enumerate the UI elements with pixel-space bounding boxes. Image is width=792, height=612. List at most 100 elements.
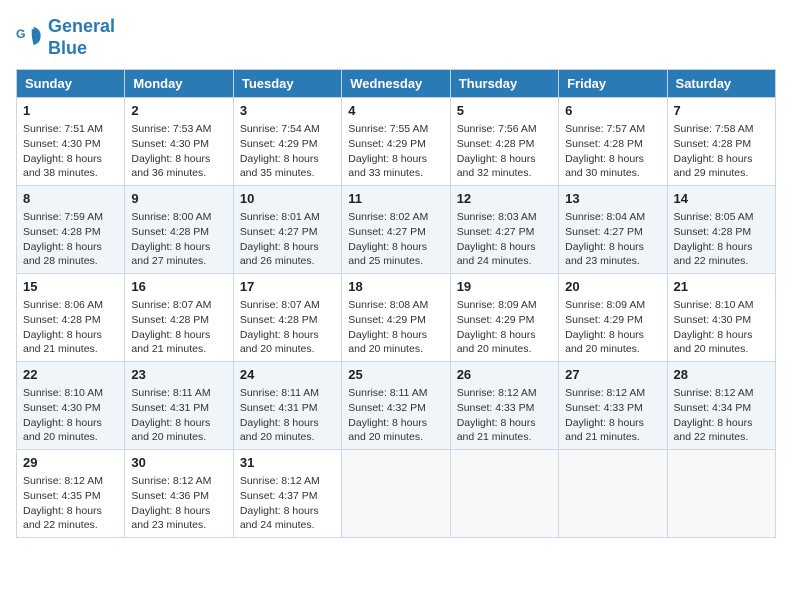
calendar-cell — [342, 449, 450, 537]
calendar-week-1: 1 Sunrise: 7:51 AMSunset: 4:30 PMDaylight… — [17, 98, 776, 186]
day-number: 12 — [457, 190, 552, 208]
day-number: 4 — [348, 102, 443, 120]
day-info: Sunrise: 8:12 AMSunset: 4:36 PMDaylight:… — [131, 475, 211, 531]
day-info: Sunrise: 8:12 AMSunset: 4:33 PMDaylight:… — [565, 387, 645, 443]
day-info: Sunrise: 7:51 AMSunset: 4:30 PMDaylight:… — [23, 123, 103, 179]
page-header: G General Blue — [16, 16, 776, 59]
day-info: Sunrise: 8:03 AMSunset: 4:27 PMDaylight:… — [457, 211, 537, 267]
calendar-cell: 18 Sunrise: 8:08 AMSunset: 4:29 PMDayligh… — [342, 274, 450, 362]
day-number: 21 — [674, 278, 769, 296]
calendar-cell: 28 Sunrise: 8:12 AMSunset: 4:34 PMDayligh… — [667, 362, 775, 450]
calendar-cell: 25 Sunrise: 8:11 AMSunset: 4:32 PMDayligh… — [342, 362, 450, 450]
col-header-sunday: Sunday — [17, 70, 125, 98]
day-number: 20 — [565, 278, 660, 296]
day-number: 28 — [674, 366, 769, 384]
calendar-cell: 26 Sunrise: 8:12 AMSunset: 4:33 PMDayligh… — [450, 362, 558, 450]
logo: G General Blue — [16, 16, 115, 59]
col-header-saturday: Saturday — [667, 70, 775, 98]
day-info: Sunrise: 8:05 AMSunset: 4:28 PMDaylight:… — [674, 211, 754, 267]
calendar-cell: 12 Sunrise: 8:03 AMSunset: 4:27 PMDayligh… — [450, 186, 558, 274]
calendar-week-5: 29 Sunrise: 8:12 AMSunset: 4:35 PMDayligh… — [17, 449, 776, 537]
calendar-cell: 30 Sunrise: 8:12 AMSunset: 4:36 PMDayligh… — [125, 449, 233, 537]
day-number: 13 — [565, 190, 660, 208]
day-info: Sunrise: 7:57 AMSunset: 4:28 PMDaylight:… — [565, 123, 645, 179]
calendar-cell: 14 Sunrise: 8:05 AMSunset: 4:28 PMDayligh… — [667, 186, 775, 274]
day-info: Sunrise: 8:01 AMSunset: 4:27 PMDaylight:… — [240, 211, 320, 267]
day-info: Sunrise: 8:02 AMSunset: 4:27 PMDaylight:… — [348, 211, 428, 267]
calendar-week-3: 15Sunrise: 8:06 AMSunset: 4:28 PMDayligh… — [17, 274, 776, 362]
day-number: 29 — [23, 454, 118, 472]
calendar-cell: 20 Sunrise: 8:09 AMSunset: 4:29 PMDayligh… — [559, 274, 667, 362]
svg-text:G: G — [16, 27, 26, 41]
calendar-table: SundayMondayTuesdayWednesdayThursdayFrid… — [16, 69, 776, 538]
calendar-cell: 22Sunrise: 8:10 AMSunset: 4:30 PMDayligh… — [17, 362, 125, 450]
day-info: Sunrise: 8:12 AMSunset: 4:34 PMDaylight:… — [674, 387, 754, 443]
day-info: Sunrise: 8:09 AMSunset: 4:29 PMDaylight:… — [565, 299, 645, 355]
calendar-cell: 17Sunrise: 8:07 AMSunset: 4:28 PMDayligh… — [233, 274, 341, 362]
logo-text-top: General — [48, 16, 115, 38]
calendar-cell: 24Sunrise: 8:11 AMSunset: 4:31 PMDayligh… — [233, 362, 341, 450]
day-number: 14 — [674, 190, 769, 208]
day-info: Sunrise: 7:55 AMSunset: 4:29 PMDaylight:… — [348, 123, 428, 179]
day-number: 9 — [131, 190, 226, 208]
calendar-cell: 31Sunrise: 8:12 AMSunset: 4:37 PMDayligh… — [233, 449, 341, 537]
calendar-cell: 16 Sunrise: 8:07 AMSunset: 4:28 PMDayligh… — [125, 274, 233, 362]
day-number: 5 — [457, 102, 552, 120]
logo-icon: G — [16, 24, 44, 52]
day-info: Sunrise: 7:53 AMSunset: 4:30 PMDaylight:… — [131, 123, 211, 179]
day-number: 30 — [131, 454, 226, 472]
day-number: 1 — [23, 102, 118, 120]
calendar-cell: 29 Sunrise: 8:12 AMSunset: 4:35 PMDayligh… — [17, 449, 125, 537]
calendar-cell: 6 Sunrise: 7:57 AMSunset: 4:28 PMDaylight… — [559, 98, 667, 186]
day-info: Sunrise: 8:08 AMSunset: 4:29 PMDaylight:… — [348, 299, 428, 355]
day-number: 11 — [348, 190, 443, 208]
calendar-cell: 27 Sunrise: 8:12 AMSunset: 4:33 PMDayligh… — [559, 362, 667, 450]
day-number: 6 — [565, 102, 660, 120]
day-info: Sunrise: 8:09 AMSunset: 4:29 PMDaylight:… — [457, 299, 537, 355]
day-number: 7 — [674, 102, 769, 120]
day-number: 18 — [348, 278, 443, 296]
calendar-cell: 1 Sunrise: 7:51 AMSunset: 4:30 PMDaylight… — [17, 98, 125, 186]
day-info: Sunrise: 8:12 AMSunset: 4:35 PMDaylight:… — [23, 475, 103, 531]
day-number: 17 — [240, 278, 335, 296]
day-number: 3 — [240, 102, 335, 120]
col-header-wednesday: Wednesday — [342, 70, 450, 98]
day-info: Sunrise: 8:10 AMSunset: 4:30 PMDaylight:… — [674, 299, 754, 355]
day-info: Sunrise: 8:07 AMSunset: 4:28 PMDaylight:… — [131, 299, 211, 355]
calendar-cell: 2 Sunrise: 7:53 AMSunset: 4:30 PMDaylight… — [125, 98, 233, 186]
day-info: Sunrise: 7:58 AMSunset: 4:28 PMDaylight:… — [674, 123, 754, 179]
day-info: Sunrise: 7:54 AMSunset: 4:29 PMDaylight:… — [240, 123, 320, 179]
calendar-cell: 3 Sunrise: 7:54 AMSunset: 4:29 PMDaylight… — [233, 98, 341, 186]
day-info: Sunrise: 7:56 AMSunset: 4:28 PMDaylight:… — [457, 123, 537, 179]
calendar-cell: 7 Sunrise: 7:58 AMSunset: 4:28 PMDaylight… — [667, 98, 775, 186]
logo-text-bottom: Blue — [48, 38, 115, 60]
calendar-cell: 15Sunrise: 8:06 AMSunset: 4:28 PMDayligh… — [17, 274, 125, 362]
calendar-cell: 21 Sunrise: 8:10 AMSunset: 4:30 PMDayligh… — [667, 274, 775, 362]
day-number: 10 — [240, 190, 335, 208]
calendar-cell: 10 Sunrise: 8:01 AMSunset: 4:27 PMDayligh… — [233, 186, 341, 274]
day-info: Sunrise: 8:12 AMSunset: 4:33 PMDaylight:… — [457, 387, 537, 443]
day-number: 16 — [131, 278, 226, 296]
day-number: 23 — [131, 366, 226, 384]
day-info: Sunrise: 8:11 AMSunset: 4:32 PMDaylight:… — [348, 387, 427, 443]
calendar-cell: 9Sunrise: 8:00 AMSunset: 4:28 PMDaylight… — [125, 186, 233, 274]
day-info: Sunrise: 8:06 AMSunset: 4:28 PMDaylight:… — [23, 299, 103, 355]
calendar-cell: 13 Sunrise: 8:04 AMSunset: 4:27 PMDayligh… — [559, 186, 667, 274]
calendar-cell: 19Sunrise: 8:09 AMSunset: 4:29 PMDayligh… — [450, 274, 558, 362]
day-number: 24 — [240, 366, 335, 384]
col-header-tuesday: Tuesday — [233, 70, 341, 98]
calendar-week-4: 22Sunrise: 8:10 AMSunset: 4:30 PMDayligh… — [17, 362, 776, 450]
calendar-week-2: 8Sunrise: 7:59 AMSunset: 4:28 PMDaylight… — [17, 186, 776, 274]
col-header-friday: Friday — [559, 70, 667, 98]
day-number: 27 — [565, 366, 660, 384]
calendar-header-row: SundayMondayTuesdayWednesdayThursdayFrid… — [17, 70, 776, 98]
calendar-cell: 11 Sunrise: 8:02 AMSunset: 4:27 PMDayligh… — [342, 186, 450, 274]
day-info: Sunrise: 7:59 AMSunset: 4:28 PMDaylight:… — [23, 211, 103, 267]
day-number: 2 — [131, 102, 226, 120]
calendar-cell — [667, 449, 775, 537]
day-info: Sunrise: 8:10 AMSunset: 4:30 PMDaylight:… — [23, 387, 103, 443]
day-number: 25 — [348, 366, 443, 384]
day-info: Sunrise: 8:11 AMSunset: 4:31 PMDaylight:… — [131, 387, 210, 443]
day-number: 26 — [457, 366, 552, 384]
day-info: Sunrise: 8:04 AMSunset: 4:27 PMDaylight:… — [565, 211, 645, 267]
